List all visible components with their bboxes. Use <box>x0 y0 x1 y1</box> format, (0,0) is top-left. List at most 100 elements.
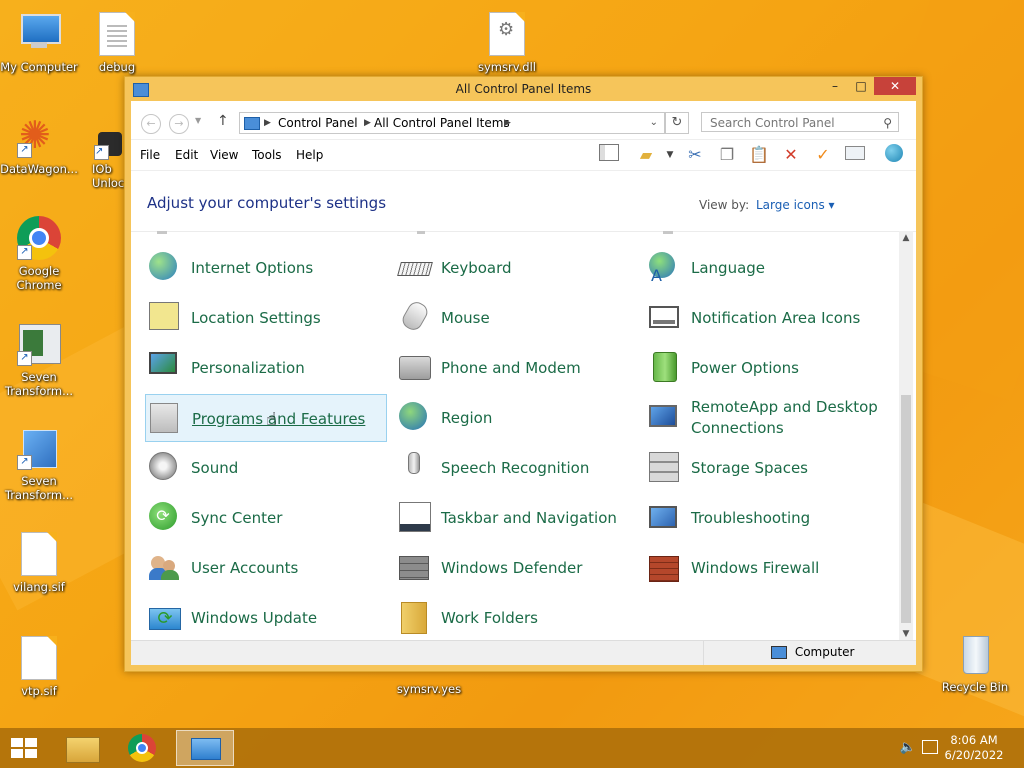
desktop-icon-iobit[interactable]: ↗ IOb Unloc <box>86 130 126 190</box>
item-taskbar-and-navigation[interactable]: Taskbar and Navigation <box>395 494 637 542</box>
item-mouse[interactable]: Mouse <box>395 294 637 342</box>
desktop-icon-debug[interactable]: debug <box>78 12 156 74</box>
maximize-button[interactable]: □ <box>848 77 874 95</box>
item-speech-recognition[interactable]: Speech Recognition <box>395 444 637 492</box>
check-icon[interactable]: ✓ <box>812 144 834 166</box>
desktop-icon-vtp-sif[interactable]: vtp.sif <box>0 636 78 698</box>
cut-icon[interactable]: ✂ <box>684 144 706 166</box>
address-bar[interactable]: ▶ Control Panel ▶ All Control Panel Item… <box>239 112 665 134</box>
desktop-icon-symsrv-dll[interactable]: ⚙ symsrv.dll <box>468 12 546 74</box>
item-language[interactable]: A Language <box>645 244 887 292</box>
back-button[interactable]: ← <box>141 114 161 134</box>
item-location-settings[interactable]: Location Settings <box>145 294 387 342</box>
dll-file-icon: ⚙ <box>485 12 529 56</box>
control-panel-taskbar-icon[interactable] <box>176 730 234 766</box>
desktop-icon-seven-transformation-1[interactable]: ↗ Seven Transform... <box>0 322 78 398</box>
item-troubleshooting[interactable]: Troubleshooting <box>645 494 887 542</box>
programs-features-icon <box>150 403 182 435</box>
item-sound[interactable]: Sound <box>145 444 387 492</box>
windows-update-icon: ⟳ <box>149 602 181 634</box>
scroll-up-icon[interactable]: ▲ <box>899 233 913 243</box>
item-windows-defender[interactable]: Windows Defender <box>395 544 637 592</box>
power-options-icon <box>649 352 681 384</box>
desktop-icon-symsrv-yes[interactable]: symsrv.yes <box>390 682 468 696</box>
item-remoteapp-and-desktop-connections[interactable]: RemoteApp and Desktop Connections <box>645 394 887 442</box>
sync-center-icon: ⟳ <box>149 502 181 534</box>
network-icon[interactable] <box>922 740 938 754</box>
item-label: Windows Defender <box>441 558 583 577</box>
volume-muted-icon[interactable]: 🔈 <box>900 740 916 755</box>
item-personalization[interactable]: Personalization <box>145 344 387 392</box>
item-phone-and-modem[interactable]: Phone and Modem <box>395 344 637 392</box>
item-notification-area-icons[interactable]: Notification Area Icons <box>645 294 887 342</box>
folder-icon[interactable]: ▰ <box>635 144 657 166</box>
desktop-icon-datawagon[interactable]: ✺ ↗ DataWagon... <box>0 114 78 176</box>
menu-help[interactable]: Help <box>296 148 323 162</box>
up-button[interactable]: ↑ <box>217 113 229 129</box>
properties-icon[interactable] <box>844 144 866 166</box>
item-internet-options[interactable]: Internet Options <box>145 244 387 292</box>
status-computer: Computer <box>771 645 854 659</box>
close-button[interactable]: ✕ <box>874 77 916 95</box>
item-work-folders[interactable]: Work Folders <box>395 594 637 641</box>
iobit-icon: ↗ <box>94 130 124 160</box>
view-by-dropdown[interactable]: Large icons ▾ <box>756 198 835 212</box>
sound-icon <box>149 452 181 484</box>
item-label: Internet Options <box>191 258 314 277</box>
breadcrumb-all-items[interactable]: All Control Panel Items <box>374 113 510 133</box>
clock[interactable]: 8:06 AM 6/20/2022 <box>944 733 1004 763</box>
clock-date: 6/20/2022 <box>944 748 1004 762</box>
refresh-button[interactable]: ↻ <box>665 112 689 134</box>
status-computer-label: Computer <box>794 645 855 659</box>
title-bar[interactable]: All Control Panel Items – □ ✕ <box>125 77 922 101</box>
items-grid: Internet Options Location Settings Perso… <box>131 231 907 641</box>
scroll-down-icon[interactable]: ▼ <box>899 629 913 639</box>
desktop-icon-vilang-sif[interactable]: vilang.sif <box>0 532 78 594</box>
item-windows-firewall[interactable]: Windows Firewall <box>645 544 887 592</box>
speech-recognition-icon <box>399 452 431 484</box>
paste-icon[interactable]: 📋 <box>748 144 770 166</box>
item-keyboard[interactable]: Keyboard <box>395 244 637 292</box>
delete-icon[interactable]: ✕ <box>780 144 802 166</box>
clock-time: 8:06 AM <box>950 733 998 747</box>
item-windows-update[interactable]: ⟳ Windows Update <box>145 594 387 641</box>
item-label: Windows Firewall <box>691 558 820 577</box>
search-input[interactable]: Search Control Panel ⚲ <box>701 112 899 132</box>
notification-area-icon <box>649 302 681 334</box>
desktop-icon-my-computer[interactable]: My Computer <box>0 12 78 74</box>
desktop-icon-label: IOb Unloc <box>92 162 125 190</box>
content-header: Adjust your computer's settings View by:… <box>131 171 916 232</box>
menu-file[interactable]: File <box>140 148 160 162</box>
start-button[interactable] <box>0 730 56 766</box>
address-dropdown-icon[interactable]: ⌄ <box>650 113 658 133</box>
item-label: Programs and Features <box>192 409 366 428</box>
desktop-icon-recycle-bin[interactable]: Recycle Bin <box>936 632 1014 694</box>
menu-edit[interactable]: Edit <box>175 148 198 162</box>
desktop-icon-label: My Computer <box>0 60 78 74</box>
breadcrumb-control-panel[interactable]: Control Panel <box>278 113 358 133</box>
item-region[interactable]: Region <box>395 394 637 442</box>
item-sync-center[interactable]: ⟳ Sync Center <box>145 494 387 542</box>
recent-locations-chevron-icon[interactable]: ▼ <box>195 116 201 125</box>
scrollbar-thumb[interactable] <box>901 395 911 623</box>
layout-icon[interactable] <box>598 144 620 166</box>
minimize-button[interactable]: – <box>822 77 848 95</box>
item-user-accounts[interactable]: User Accounts <box>145 544 387 592</box>
globe-icon[interactable] <box>883 144 905 166</box>
dropdown-chevron-icon[interactable]: ▼ <box>659 144 681 166</box>
item-programs-and-features[interactable]: Programs and Features ☝ <box>145 394 387 442</box>
chrome-taskbar-icon[interactable] <box>116 730 172 766</box>
vertical-scrollbar[interactable]: ▲ ▼ <box>899 231 913 641</box>
copy-icon[interactable]: ❐ <box>716 144 738 166</box>
desktop-icon-google-chrome[interactable]: ↗ Google Chrome <box>0 216 78 292</box>
item-storage-spaces[interactable]: Storage Spaces <box>645 444 887 492</box>
forward-button[interactable]: → <box>169 114 189 134</box>
taskbar: 🔈 8:06 AM 6/20/2022 <box>0 728 1024 768</box>
item-label: Sync Center <box>191 508 283 527</box>
menu-tools[interactable]: Tools <box>252 148 282 162</box>
file-explorer-taskbar-icon[interactable] <box>56 730 112 766</box>
menu-view[interactable]: View <box>210 148 238 162</box>
desktop-icon-seven-transformation-2[interactable]: ↗ Seven Transform... <box>0 426 78 502</box>
item-power-options[interactable]: Power Options <box>645 344 887 392</box>
desktop-icon-label: DataWagon... <box>0 162 78 176</box>
